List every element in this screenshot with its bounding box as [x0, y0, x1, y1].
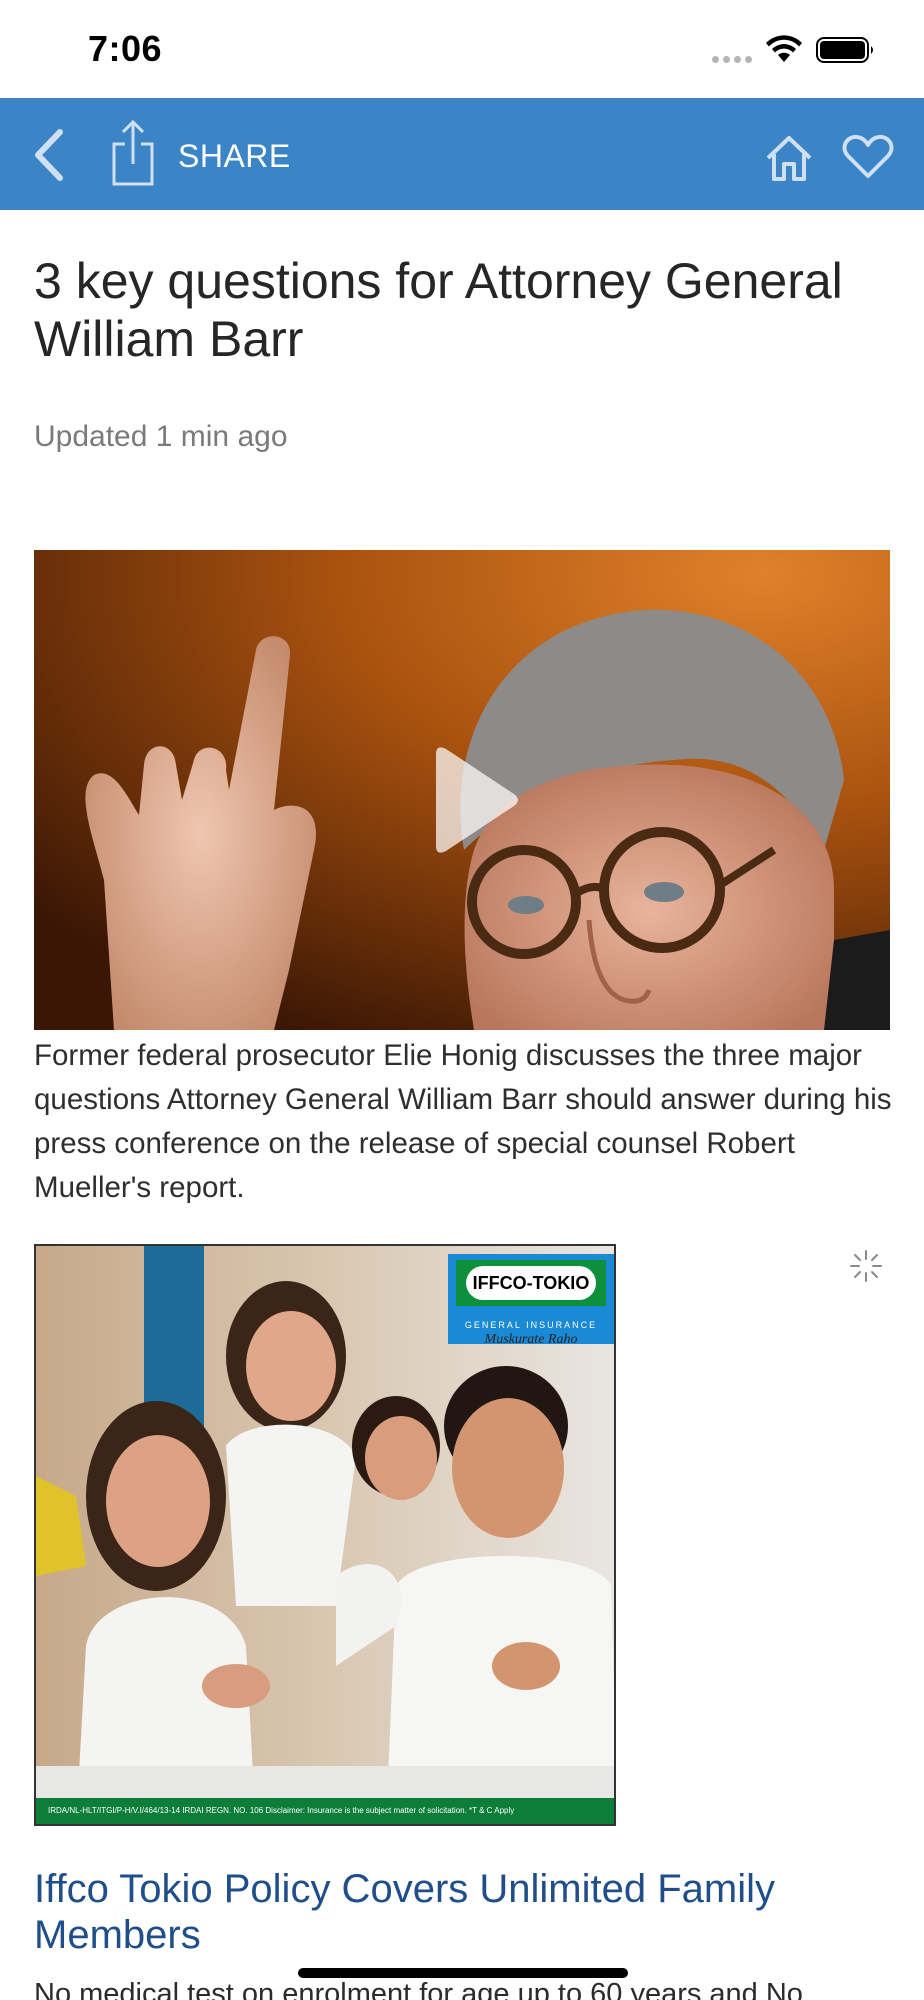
share-icon[interactable]: [108, 118, 158, 188]
ad-disclaimer: IRDA/NL-HLT/ITGI/P-H/V.I/464/13-14 IRDAI…: [36, 1798, 614, 1824]
updated-timestamp: Updated 1 min ago: [34, 420, 288, 453]
home-indicator[interactable]: [298, 1968, 628, 1978]
back-chevron-icon[interactable]: [30, 128, 70, 182]
ad-description: No medical test on enrolment for age up …: [34, 1978, 803, 2000]
wifi-icon: [766, 35, 802, 62]
ad-options-icon[interactable]: [848, 1248, 884, 1284]
home-icon[interactable]: [764, 134, 814, 182]
status-bar: 7:06: [0, 0, 924, 98]
favorite-heart-icon[interactable]: [842, 134, 894, 180]
ad-tagline: Muskurate Raho: [484, 1332, 578, 1347]
video-player[interactable]: [34, 550, 890, 1030]
status-time: 7:06: [88, 28, 163, 69]
video-caption: Former federal prosecutor Elie Honig dis…: [34, 1039, 892, 1204]
battery-icon: [816, 37, 873, 63]
play-icon[interactable]: [408, 740, 528, 860]
ad-brand-subtitle: GENERAL INSURANCE: [448, 1318, 614, 1332]
article-headline: 3 key questions for Attorney General Wil…: [34, 253, 843, 367]
cellular-signal-icon: [712, 56, 752, 63]
ad-title-link[interactable]: Iffco Tokio Policy Covers Unlimited Fami…: [34, 1866, 894, 1958]
share-label[interactable]: SHARE: [178, 138, 291, 175]
ad-brand-name: IFFCO-TOKIO: [466, 1266, 596, 1300]
top-toolbar: SHARE: [0, 98, 924, 210]
ad-image[interactable]: IFFCO-TOKIO GENERAL INSURANCE Muskurate …: [34, 1244, 616, 1826]
